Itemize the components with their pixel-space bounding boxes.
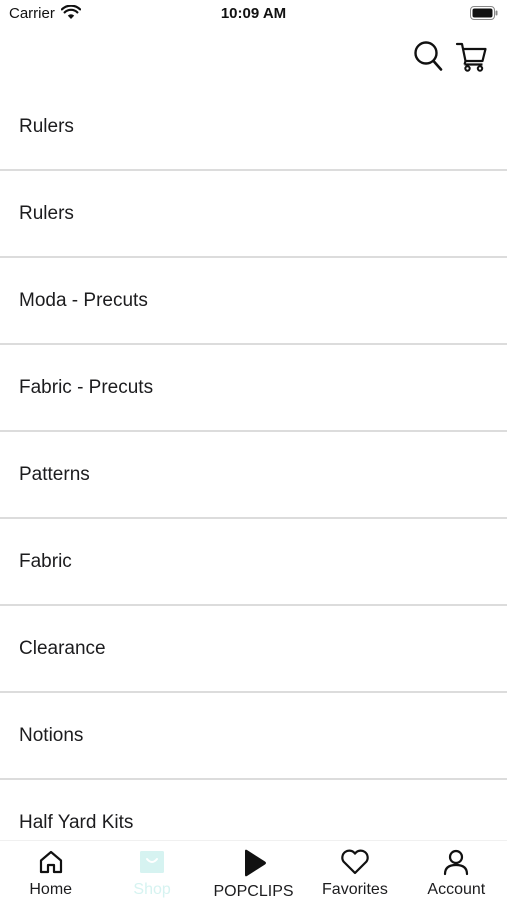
tab-account-label: Account — [427, 881, 486, 898]
list-item[interactable]: Clearance — [0, 606, 507, 693]
play-icon — [244, 849, 266, 877]
heart-icon — [341, 849, 369, 875]
tab-shop-label: Shop — [133, 881, 171, 898]
clock: 10:09 AM — [220, 5, 287, 22]
search-icon — [414, 41, 443, 71]
tab-favorites[interactable]: Favorites — [304, 841, 405, 901]
shop-icon — [140, 851, 165, 873]
tab-home-label: Home — [29, 881, 73, 898]
list-item[interactable]: Notions — [0, 693, 507, 780]
list-item[interactable]: Rulers — [0, 84, 507, 171]
list-item[interactable]: Fabric - Precuts — [0, 345, 507, 432]
account-icon — [444, 849, 469, 876]
status-bar: Carrier 10:09 AM — [0, 0, 507, 28]
battery-icon — [470, 6, 498, 20]
cart-icon — [455, 42, 487, 72]
list-item[interactable]: Half Yard Kits — [0, 780, 507, 840]
search-button[interactable] — [413, 40, 443, 72]
category-list: Rulers Rulers Moda - Precuts Fabric - Pr… — [0, 84, 507, 840]
tab-popclips-label: POPCLIPS — [213, 883, 294, 900]
cart-button[interactable] — [455, 39, 489, 73]
home-icon — [39, 850, 62, 874]
tab-bar: Home Shop POPCLIPS Favorites Account — [0, 840, 507, 901]
tab-popclips[interactable]: POPCLIPS — [203, 841, 304, 901]
tab-shop[interactable]: Shop — [101, 841, 202, 901]
tab-home[interactable]: Home — [0, 841, 101, 901]
tab-favorites-label: Favorites — [322, 881, 388, 898]
list-item[interactable]: Patterns — [0, 432, 507, 519]
list-item[interactable]: Rulers — [0, 171, 507, 258]
list-item[interactable]: Moda - Precuts — [0, 258, 507, 345]
tab-account[interactable]: Account — [406, 841, 507, 901]
list-item[interactable]: Fabric — [0, 519, 507, 606]
